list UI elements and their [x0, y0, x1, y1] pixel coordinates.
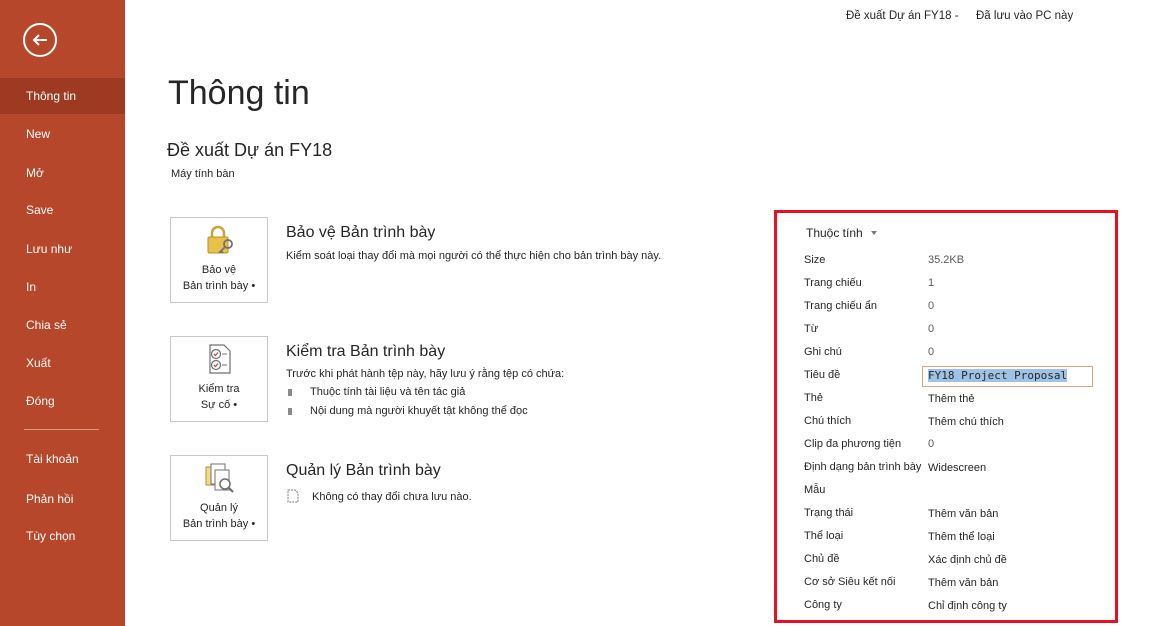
property-label-comments: Chú thích — [804, 415, 852, 427]
property-value-tags[interactable]: Thêm thẻ — [928, 393, 974, 405]
bullet-icon — [288, 407, 292, 415]
nav-divider — [24, 429, 99, 430]
nav-item-options[interactable]: Tùy chọn — [0, 518, 125, 554]
nav-item-close[interactable]: Đóng — [0, 383, 125, 419]
nav-item-share[interactable]: Chia sẻ — [0, 307, 125, 343]
properties-header-label: Thuộc tính — [806, 226, 863, 240]
nav-item-save-as[interactable]: Lưu như — [0, 231, 125, 267]
property-value-comments[interactable]: Thêm chú thích — [928, 416, 1004, 428]
inspect-heading: Kiểm tra Bản trình bày — [286, 343, 446, 360]
property-value-notes: 0 — [928, 346, 935, 358]
manage-presentation-button[interactable]: Quản lý Bản trình bày • — [170, 455, 268, 541]
property-value-size: 35.2KB — [928, 254, 965, 266]
nav-item-export[interactable]: Xuất — [0, 345, 125, 381]
nav-item-account[interactable]: Tài khoản — [0, 441, 125, 477]
property-label-tags: Thẻ — [804, 392, 823, 404]
property-value-hyperlink-base[interactable]: Thêm văn bản — [928, 577, 998, 589]
property-value-categories[interactable]: Thêm thể loại — [928, 531, 995, 543]
property-value-media-clips: 0 — [928, 438, 935, 450]
property-label-title: Tiêu đề — [804, 369, 841, 381]
property-label-slides: Trang chiếu — [804, 277, 862, 289]
property-value-subject[interactable]: Xác định chủ đề — [928, 554, 1007, 566]
backstage-sidebar: Thông tin New Mở Save Lưu như In Chia sẻ… — [0, 0, 125, 626]
inspect-tile-label-1: Kiểm tra — [198, 383, 240, 395]
lock-key-icon — [207, 225, 233, 254]
title-input[interactable]: FY18 Project Proposal — [922, 366, 1093, 387]
inspect-document-icon — [209, 344, 231, 374]
property-label-hidden-slides: Trang chiếu ẩn — [804, 300, 877, 312]
back-button[interactable] — [23, 23, 57, 57]
property-value-presentation-format: Widescreen — [928, 462, 987, 474]
nav-item-info[interactable]: Thông tin — [0, 78, 125, 114]
chevron-down-icon — [870, 231, 877, 235]
nav-item-open[interactable]: Mở — [0, 155, 125, 191]
inspect-bullet-item: Nội dung mà người khuyết tật không thể đ… — [288, 405, 528, 417]
property-label-media-clips: Clip đa phương tiện — [804, 438, 902, 450]
title-input-value: FY18 Project Proposal — [928, 369, 1068, 382]
document-icon — [287, 489, 299, 503]
property-label-size: Size — [804, 254, 826, 266]
document-name: Đề xuất Dự án FY18 - — [846, 10, 959, 22]
document-title: Đề xuất Dự án FY18 — [167, 140, 333, 160]
property-value-hidden-slides: 0 — [928, 300, 935, 312]
bullet-icon — [288, 388, 292, 396]
manage-tile-label-1: Quản lý — [200, 502, 238, 514]
property-label-hyperlink-base: Cơ sở Siêu kết nối — [804, 576, 896, 588]
arrow-left-icon — [32, 34, 47, 46]
check-for-issues-button[interactable]: Kiểm tra Sự cố • — [170, 336, 268, 422]
property-value-slides: 1 — [928, 277, 935, 289]
page-title: Thông tin — [168, 74, 310, 112]
save-status: Đã lưu vào PC này — [976, 10, 1074, 22]
inspect-description: Trước khi phát hành tệp này, hãy lưu ý r… — [286, 368, 565, 380]
nav-item-print[interactable]: In — [0, 269, 125, 305]
nav-item-save[interactable]: Save — [0, 192, 125, 228]
inspect-bullet-item: Thuộc tính tài liệu và tên tác giả — [288, 386, 465, 398]
property-label-company: Công ty — [804, 599, 842, 611]
properties-dropdown[interactable]: Thuộc tính — [806, 226, 877, 240]
property-value-company[interactable]: Chỉ định công ty — [928, 600, 1007, 612]
property-label-notes: Ghi chú — [804, 346, 842, 358]
nav-item-feedback[interactable]: Phản hồi — [0, 481, 125, 517]
property-label-status: Trạng thái — [804, 507, 854, 519]
manage-heading: Quản lý Bản trình bày — [286, 462, 441, 479]
property-label-categories: Thể loại — [804, 530, 844, 542]
property-value-status[interactable]: Thêm văn bản — [928, 508, 998, 520]
manage-description: Không có thay đổi chưa lưu nào. — [312, 491, 472, 503]
inspect-bullet-text: Thuộc tính tài liệu và tên tác giả — [310, 386, 466, 398]
protect-tile-label-2: Bản trình bày • — [182, 280, 256, 292]
protect-presentation-button[interactable]: Bảo vệ Bản trình bày • — [170, 217, 268, 303]
property-label-words: Từ — [804, 323, 819, 335]
inspect-bullet-text: Nội dung mà người khuyết tật không thể đ… — [310, 405, 528, 417]
nav-item-new[interactable]: New — [0, 116, 125, 152]
protect-description: Kiểm soát loại thay đổi mà mọi người có … — [286, 250, 662, 262]
protect-tile-label-1: Bảo vệ — [201, 264, 237, 276]
property-label-subject: Chủ đề — [804, 553, 840, 565]
property-label-template: Mẫu — [804, 484, 826, 496]
property-value-words: 0 — [928, 323, 935, 335]
document-location[interactable]: Máy tính bàn — [171, 168, 235, 180]
manage-document-icon — [205, 463, 234, 493]
protect-heading: Bảo vệ Bản trình bày — [286, 224, 436, 241]
property-label-presentation-format: Định dạng bản trình bày — [804, 461, 922, 473]
manage-tile-label-2: Bản trình bày • — [182, 518, 256, 530]
inspect-tile-label-2: Sự cố • — [200, 399, 238, 411]
